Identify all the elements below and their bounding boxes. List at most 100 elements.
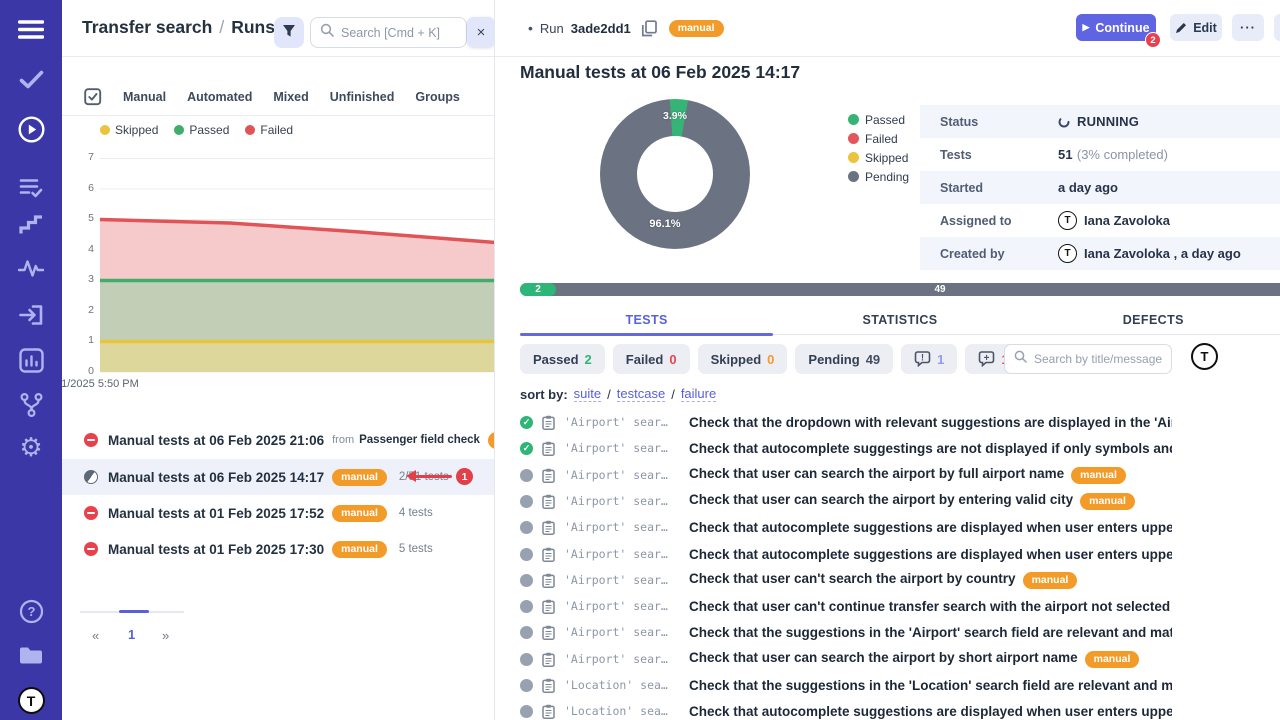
clipboard-icon [542,625,555,640]
filter-failed[interactable]: Failed0 [613,344,690,374]
menu-icon[interactable] [0,19,62,40]
filter-comments[interactable]: !1 [901,344,957,374]
tab-automated[interactable]: Automated [187,90,252,104]
status-value: RUNNING [1077,114,1139,129]
gear-icon[interactable]: ⚙ [0,435,62,461]
test-title[interactable]: Check that the suggestions in the 'Locat… [689,678,1172,693]
test-title[interactable]: Check that user can search the airport b… [689,492,1135,510]
info-row-started: Started a day ago [920,171,1280,204]
test-row[interactable]: 'Airport' sear… Check that autocomplete s… [520,435,1172,461]
tab-manual[interactable]: Manual [123,90,166,104]
filter-passed[interactable]: Passed2 [520,344,605,374]
assignee-avatar[interactable]: T [1191,343,1218,370]
test-title[interactable]: Check that user can search the airport b… [689,466,1126,484]
edit-button[interactable]: Edit [1170,14,1222,41]
pulse-icon[interactable] [0,258,62,277]
test-title[interactable]: Check that autocomplete suggestings are … [689,441,1172,456]
help-icon[interactable]: ? [0,599,62,624]
run-row[interactable]: Manual tests at 01 Feb 2025 17:30 manual… [62,531,495,567]
tab-tests[interactable]: TESTS [520,305,773,334]
manual-badge: manual [669,20,724,37]
test-row[interactable]: 'Airport' sear…Check that the dropdown w… [520,409,1172,435]
y-tick: 4 [70,243,94,255]
manual-badge: manual [1085,651,1140,668]
filter-button[interactable] [274,17,304,48]
test-title[interactable]: Check that autocomplete suggestions are … [689,520,1172,535]
filter-pending[interactable]: Pending49 [795,344,893,374]
donut-legend: Passed Failed Skipped Pending [848,110,909,186]
failed-dot [245,125,255,135]
breadcrumb-page: Runs [231,17,275,37]
search-input[interactable] [341,26,453,40]
annotation-badge-1: 1 [456,468,473,485]
run-type-tabs: Manual Automated Mixed Unfinished Groups [62,78,494,116]
tab-groups[interactable]: Groups [415,90,459,104]
pending-status-icon [520,574,533,587]
sign-in-icon[interactable] [0,303,62,327]
branch-icon[interactable] [0,392,62,418]
select-all-icon[interactable] [84,88,102,106]
test-suite: 'Airport' sear… [564,441,676,455]
search-icon [320,23,334,42]
clipboard-icon [542,468,555,483]
copy-icon[interactable] [641,20,657,37]
test-row[interactable]: 'Airport' sear…Check that user can searc… [520,646,1172,672]
tests-search-input[interactable] [1034,352,1162,366]
sort-by-failure[interactable]: failure [681,386,716,402]
pending-status-icon [520,521,533,534]
legend-passed: Passed [174,123,229,137]
folder-icon[interactable] [0,645,62,666]
comment-plus-icon: + [978,351,995,367]
test-row[interactable]: 'Airport' sear…Check that user can't con… [520,593,1172,619]
test-title[interactable]: Check that autocomplete suggestions are … [689,547,1172,562]
test-row[interactable]: 'Location' sea…Check that the suggestion… [520,672,1172,698]
run-label: Run [540,21,564,36]
run-from-plan[interactable]: Passenger field check [359,434,480,446]
test-row[interactable]: 'Location' sea…Check that autocomplete s… [520,698,1172,720]
test-title[interactable]: Check that the suggestions in the 'Airpo… [689,625,1172,640]
test-row[interactable]: 'Airport' sear…Check that autocomplete s… [520,541,1172,567]
play-circle-icon[interactable] [0,116,62,143]
avatar[interactable]: T [0,687,62,714]
test-row[interactable]: 'Airport' sear…Check that user can't sea… [520,567,1172,593]
close-button[interactable]: × [467,17,495,47]
continue-button[interactable]: ▶Continue [1076,14,1156,41]
test-title[interactable]: Check that autocomplete suggestions are … [689,704,1172,719]
steps-icon[interactable] [0,215,62,235]
test-row[interactable]: 'Airport' sear…Check that autocomplete s… [520,514,1172,540]
annotation-arrow-line [415,475,452,478]
tab-mixed[interactable]: Mixed [273,90,308,104]
test-title[interactable]: Check that the dropdown with relevant su… [689,415,1172,430]
sort-by-suite[interactable]: suite [574,386,601,402]
clipped-edge-button[interactable] [1274,14,1280,41]
area-chart [100,158,495,374]
filter-skipped[interactable]: Skipped0 [698,344,788,374]
tab-statistics[interactable]: STATISTICS [773,305,1026,334]
result-filters: Passed2 Failed0 Skipped0 Pending49 !1 +1 [520,344,1022,374]
test-title[interactable]: Check that user can't continue transfer … [689,599,1172,614]
test-title[interactable]: Check that user can search the airport b… [689,650,1139,668]
run-row[interactable]: Manual tests at 01 Feb 2025 17:52 manual… [62,495,495,531]
test-row[interactable]: 'Airport' sear…Check that user can searc… [520,488,1172,514]
list-check-icon[interactable] [0,177,62,198]
tab-defects[interactable]: DEFECTS [1027,305,1280,334]
sidebar: ⚙ ? T [0,0,62,720]
test-title[interactable]: Check that user can't search the airport… [689,571,1077,589]
check-icon[interactable] [0,70,62,89]
tests-search [1004,344,1172,374]
breadcrumb-section[interactable]: Transfer search [82,17,212,37]
test-row[interactable]: 'Airport' sear…Check that user can searc… [520,462,1172,488]
detail-tabs: TESTS STATISTICS DEFECTS [520,305,1280,335]
test-row[interactable]: 'Airport' sear…Check that the suggestion… [520,619,1172,645]
pagination-prev[interactable]: « [92,628,99,643]
pagination-next[interactable]: » [162,628,169,643]
run-row[interactable]: Manual tests at 06 Feb 2025 21:06 from P… [62,422,495,458]
failed-dot [848,133,859,144]
bar-chart-icon[interactable] [0,348,62,373]
more-button[interactable]: ··· [1232,14,1264,41]
avatar: T [1058,244,1077,263]
sort-by-testcase[interactable]: testcase [617,386,665,402]
skipped-dot [848,152,859,163]
pagination-page-1[interactable]: 1 [128,627,135,642]
tab-unfinished[interactable]: Unfinished [330,90,395,104]
